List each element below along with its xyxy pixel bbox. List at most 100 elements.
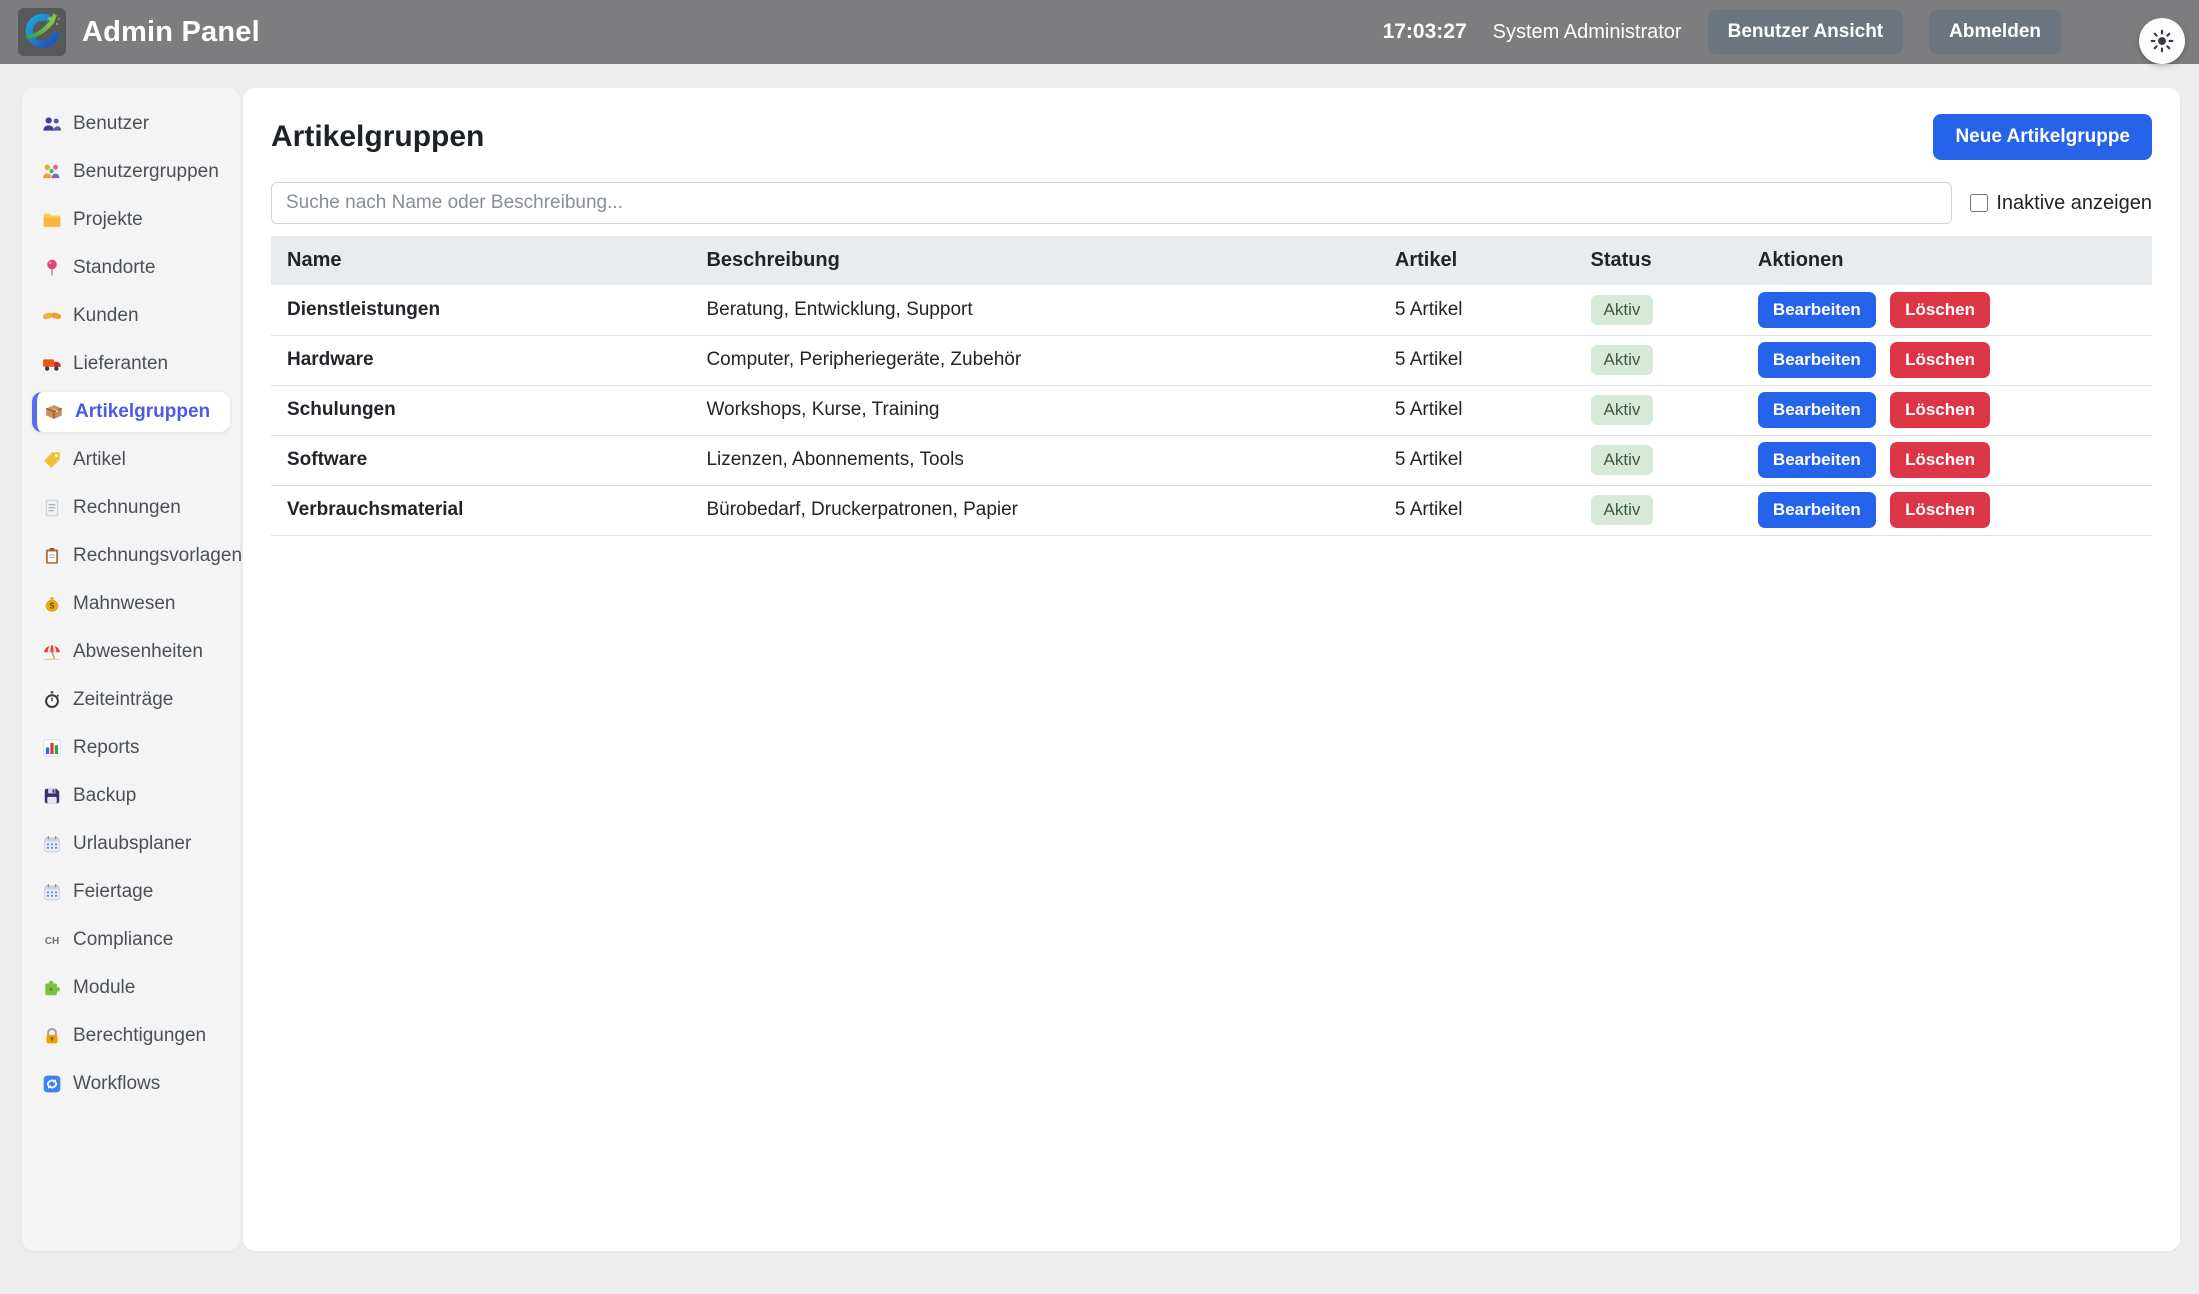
sidebar-item-mahnwesen[interactable]: $ Mahnwesen [32,584,230,624]
app-header: Admin Panel 17:03:27 System Administrato… [0,0,2199,64]
lock-icon [42,1026,62,1046]
column-header-name: Name [271,236,690,285]
delete-button[interactable]: Löschen [1890,342,1990,378]
column-header-description: Beschreibung [690,236,1378,285]
show-inactive-label[interactable]: Inaktive anzeigen [1996,192,2152,215]
truck-icon [42,354,62,374]
sidebar-item-label: Benutzergruppen [73,161,219,183]
sidebar-item-label: Abwesenheiten [73,641,203,663]
sidebar-item-urlaubsplaner[interactable]: Urlaubsplaner [32,824,230,864]
status-badge: Aktiv [1591,345,1654,375]
money-bag-icon: $ [42,594,62,614]
calendar-icon [42,834,62,854]
status-badge: Aktiv [1591,395,1654,425]
sidebar-item-benutzergruppen[interactable]: Benutzergruppen [32,152,230,192]
users-icon [42,114,62,134]
table-row: Hardware Computer, Peripheriegeräte, Zub… [271,335,2152,385]
cell-name: Dienstleistungen [271,285,690,335]
sidebar-item-label: Mahnwesen [73,593,175,615]
cell-description: Bürobedarf, Druckerpatronen, Papier [690,485,1378,535]
sidebar-item-reports[interactable]: Reports [32,728,230,768]
sidebar-item-label: Compliance [73,929,173,951]
sidebar-nav: Benutzer Benutzergruppen Projekte Stando… [22,88,240,1251]
delete-button[interactable]: Löschen [1890,292,1990,328]
table-row: Schulungen Workshops, Kurse, Training 5 … [271,385,2152,435]
logout-button[interactable]: Abmelden [1929,10,2061,54]
status-badge: Aktiv [1591,445,1654,475]
sidebar-item-feiertage[interactable]: Feiertage [32,872,230,912]
sidebar-item-lieferanten[interactable]: Lieferanten [32,344,230,384]
sidebar-item-artikel[interactable]: Artikel [32,440,230,480]
theme-toggle-button[interactable] [2139,18,2185,64]
cell-description: Workshops, Kurse, Training [690,385,1378,435]
sidebar-item-berechtigungen[interactable]: Berechtigungen [32,1016,230,1056]
sidebar-item-label: Berechtigungen [73,1025,206,1047]
column-header-status: Status [1575,236,1742,285]
cell-articles: 5 Artikel [1379,485,1575,535]
table-row: Dienstleistungen Beratung, Entwicklung, … [271,285,2152,335]
cell-description: Lizenzen, Abonnements, Tools [690,435,1378,485]
sidebar-item-projekte[interactable]: Projekte [32,200,230,240]
sidebar-item-rechnungsvorlagen[interactable]: Rechnungsvorlagen [32,536,230,576]
pushpin-icon [42,258,62,278]
edit-button[interactable]: Bearbeiten [1758,392,1876,428]
sidebar-item-label: Workflows [73,1073,160,1095]
repeat-icon [42,1074,62,1094]
search-input[interactable] [271,182,1952,224]
sidebar-item-label: Projekte [73,209,143,231]
puzzle-icon [42,978,62,998]
stopwatch-icon [42,690,62,710]
cell-name: Software [271,435,690,485]
bar-chart-icon [42,738,62,758]
sidebar-item-label: Standorte [73,257,155,279]
sidebar-item-label: Backup [73,785,136,807]
user-view-button[interactable]: Benutzer Ansicht [1708,10,1904,54]
user-group-icon [42,162,62,182]
document-icon [42,498,62,518]
cell-name: Hardware [271,335,690,385]
new-article-group-button[interactable]: Neue Artikelgruppe [1933,114,2152,160]
delete-button[interactable]: Löschen [1890,442,1990,478]
cell-name: Schulungen [271,385,690,435]
column-header-actions: Aktionen [1742,236,2152,285]
delete-button[interactable]: Löschen [1890,392,1990,428]
sidebar-item-module[interactable]: Module [32,968,230,1008]
sidebar-item-rechnungen[interactable]: Rechnungen [32,488,230,528]
sidebar-item-kunden[interactable]: Kunden [32,296,230,336]
clock: 17:03:27 [1383,20,1467,44]
svg-text:$: $ [50,600,55,610]
main-panel: Artikelgruppen Neue Artikelgruppe Inakti… [243,88,2180,1251]
sidebar-item-label: Zeiteinträge [73,689,173,711]
cell-articles: 5 Artikel [1379,335,1575,385]
beach-umbrella-icon [42,642,62,662]
article-groups-table: Name Beschreibung Artikel Status Aktione… [271,236,2152,536]
sidebar-item-benutzer[interactable]: Benutzer [32,104,230,144]
show-inactive-checkbox[interactable] [1970,194,1988,212]
sidebar-item-backup[interactable]: Backup [32,776,230,816]
edit-button[interactable]: Bearbeiten [1758,342,1876,378]
sun-icon [2149,28,2175,54]
sidebar-item-workflows[interactable]: Workflows [32,1064,230,1104]
sidebar-item-label: Benutzer [73,113,149,135]
tag-icon [42,450,62,470]
sidebar-item-label: Feiertage [73,881,153,903]
sidebar-item-label: Rechnungsvorlagen [73,545,242,567]
sidebar-item-abwesenheiten[interactable]: Abwesenheiten [32,632,230,672]
sidebar-item-standorte[interactable]: Standorte [32,248,230,288]
sidebar-item-label: Kunden [73,305,139,327]
edit-button[interactable]: Bearbeiten [1758,492,1876,528]
sidebar-item-label: Module [73,977,135,999]
svg-text:CH: CH [45,936,59,947]
edit-button[interactable]: Bearbeiten [1758,292,1876,328]
sidebar-item-artikelgruppen[interactable]: Artikelgruppen [32,392,230,432]
sidebar-item-zeiteintr-ge[interactable]: Zeiteinträge [32,680,230,720]
delete-button[interactable]: Löschen [1890,492,1990,528]
table-row: Verbrauchsmaterial Bürobedarf, Druckerpa… [271,485,2152,535]
cell-description: Beratung, Entwicklung, Support [690,285,1378,335]
sidebar-item-compliance[interactable]: CH Compliance [32,920,230,960]
edit-button[interactable]: Bearbeiten [1758,442,1876,478]
logo-swoosh-icon [21,11,63,53]
sidebar-item-label: Urlaubsplaner [73,833,191,855]
cell-description: Computer, Peripheriegeräte, Zubehör [690,335,1378,385]
sidebar-item-label: Lieferanten [73,353,168,375]
